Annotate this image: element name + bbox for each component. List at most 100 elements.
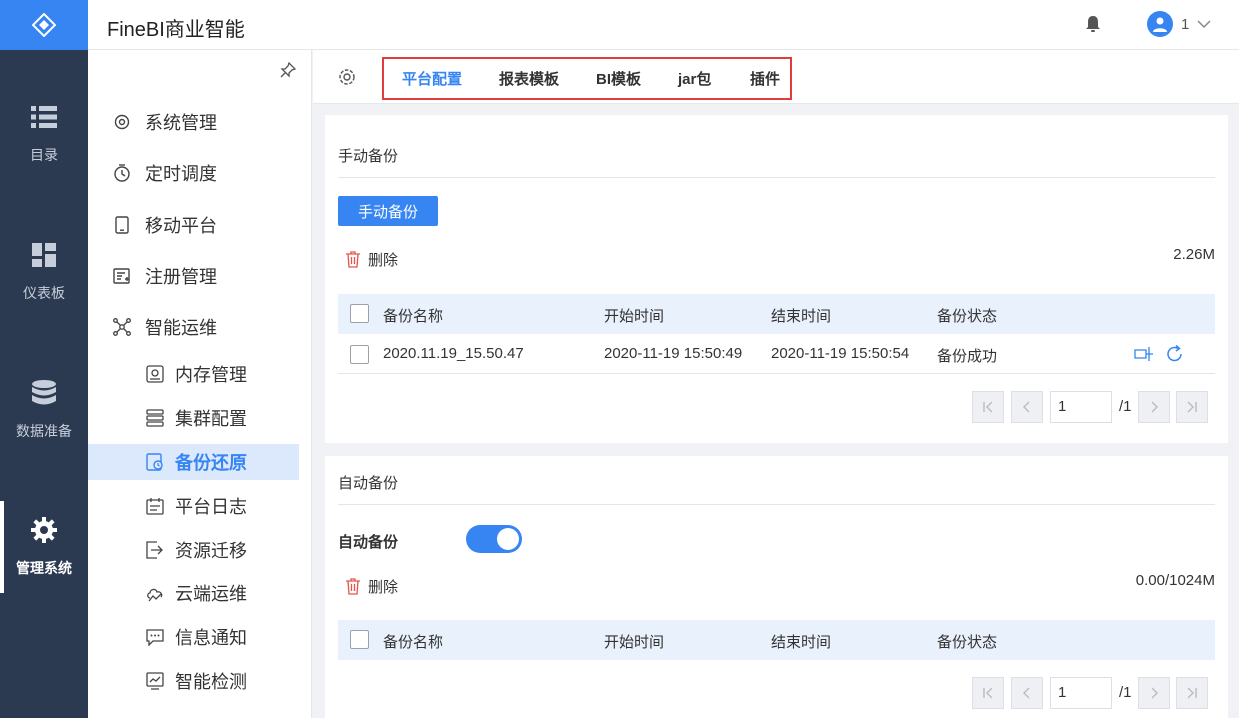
- section-title: 手动备份: [338, 148, 399, 165]
- nav-sub-cluster[interactable]: 集群配置: [88, 400, 299, 436]
- rail-item-catalog[interactable]: 目录: [0, 84, 88, 184]
- column-header: 结束时间: [771, 634, 832, 651]
- delete-button[interactable]: 删除: [345, 576, 398, 597]
- trash-icon: [346, 251, 360, 268]
- next-page-button[interactable]: [1138, 677, 1170, 709]
- pin-icon[interactable]: [280, 61, 298, 80]
- backup-status: 备份成功: [937, 348, 998, 365]
- delete-button[interactable]: 删除: [345, 249, 398, 270]
- nav-sub-label: 云端运维: [175, 584, 247, 604]
- tab-bi-template[interactable]: BI模板: [596, 68, 641, 89]
- start-time: 2020-11-19 15:50:49: [604, 345, 743, 362]
- page-total: /1: [1119, 398, 1132, 415]
- tab-jar[interactable]: jar包: [678, 68, 711, 89]
- sub-sidebar: 系统管理 定时调度 移动平台 注册管理 智能运维 内存管理 集群配置 备份还原 …: [88, 50, 319, 718]
- avatar[interactable]: [1147, 11, 1173, 37]
- select-all-checkbox[interactable]: [350, 630, 369, 649]
- tab-platform-config[interactable]: 平台配置: [402, 68, 462, 89]
- chevron-down-icon[interactable]: [1196, 16, 1212, 32]
- network-icon: [113, 318, 131, 336]
- nav-sub-backup[interactable]: 备份还原: [88, 444, 299, 480]
- next-page-button[interactable]: [1138, 391, 1170, 423]
- nav-item-label: 系统管理: [145, 113, 217, 133]
- register-icon: [113, 267, 131, 285]
- page-input[interactable]: 1: [1050, 391, 1112, 423]
- nav-sub-memory[interactable]: 内存管理: [88, 356, 299, 392]
- storage-size: 0.00/1024M: [1135, 572, 1215, 589]
- last-page-button[interactable]: [1176, 391, 1208, 423]
- user-name[interactable]: 1: [1181, 16, 1189, 33]
- left-rail: 目录 仪表板 数据准备 管理系统: [0, 0, 88, 718]
- end-time: 2020-11-19 15:50:54: [771, 345, 910, 362]
- first-page-button[interactable]: [972, 391, 1004, 423]
- table-header: 备份名称 开始时间 结束时间 备份状态: [338, 294, 1215, 334]
- column-header: 开始时间: [604, 308, 665, 325]
- column-header: 开始时间: [604, 634, 665, 651]
- last-page-button[interactable]: [1176, 677, 1208, 709]
- migrate-icon: [146, 541, 164, 559]
- nav-sub-label: 信息通知: [175, 628, 247, 648]
- tab-bar: 平台配置 报表模板 BI模板 jar包 插件: [313, 50, 1239, 104]
- pagination: 1 /1: [972, 391, 1208, 423]
- manual-backup-button[interactable]: 手动备份: [338, 196, 438, 226]
- prev-page-button[interactable]: [1011, 677, 1043, 709]
- settings-icon[interactable]: [337, 67, 357, 87]
- page-input[interactable]: 1: [1050, 677, 1112, 709]
- tab-report-template[interactable]: 报表模板: [499, 68, 559, 89]
- column-header: 备份名称: [383, 308, 444, 325]
- row-checkbox[interactable]: [350, 345, 369, 364]
- rail-item-label: 管理系统: [16, 560, 72, 576]
- nav-sub-label: 备份还原: [175, 453, 247, 473]
- bell-icon[interactable]: [1084, 14, 1102, 34]
- prev-page-button[interactable]: [1011, 391, 1043, 423]
- nav-item-label: 移动平台: [145, 216, 217, 236]
- nav-sub-notify[interactable]: 信息通知: [88, 619, 299, 655]
- tab-plugin[interactable]: 插件: [750, 68, 780, 89]
- gear-icon: [30, 516, 58, 544]
- app-title: FineBI商业智能: [107, 19, 245, 41]
- nav-sub-label: 集群配置: [175, 409, 247, 429]
- rail-item-dashboard[interactable]: 仪表板: [0, 222, 88, 322]
- nav-item-mobile[interactable]: 移动平台: [88, 206, 298, 244]
- nav-item-system[interactable]: 系统管理: [88, 103, 298, 141]
- nav-item-register[interactable]: 注册管理: [88, 257, 298, 295]
- nav-item-ops[interactable]: 智能运维: [88, 308, 298, 346]
- rail-item-admin[interactable]: 管理系统: [0, 497, 88, 597]
- select-all-checkbox[interactable]: [350, 304, 369, 323]
- column-header: 备份名称: [383, 634, 444, 651]
- list-icon: [30, 103, 58, 131]
- page-total: /1: [1119, 684, 1132, 701]
- top-bar: FineBI商业智能 1: [88, 0, 1239, 50]
- first-page-button[interactable]: [972, 677, 1004, 709]
- rail-item-data-prep[interactable]: 数据准备: [0, 360, 88, 460]
- tablet-icon: [113, 216, 131, 234]
- column-header: 备份状态: [937, 634, 998, 651]
- rail-item-label: 目录: [30, 147, 58, 163]
- divider: [338, 504, 1215, 505]
- restore-icon[interactable]: [1134, 344, 1154, 364]
- auto-backup-card: 自动备份 自动备份 删除 0.00/1024M 备份名称 开始时间 结束时间 备…: [325, 456, 1228, 718]
- pagination: 1 /1: [972, 677, 1208, 709]
- nav-item-label: 智能运维: [145, 318, 217, 338]
- nav-item-schedule[interactable]: 定时调度: [88, 154, 298, 192]
- toggle-knob: [497, 528, 519, 550]
- nav-sub-migrate[interactable]: 资源迁移: [88, 532, 299, 568]
- section-title: 自动备份: [338, 475, 399, 492]
- nav-sub-log[interactable]: 平台日志: [88, 488, 299, 524]
- nav-item-label: 定时调度: [145, 164, 217, 184]
- gear-outline-icon: [113, 113, 131, 131]
- logo-icon[interactable]: [0, 0, 88, 50]
- nav-sub-label: 平台日志: [175, 497, 247, 517]
- nav-sub-cloud[interactable]: 云端运维: [88, 575, 299, 611]
- manual-backup-card: 手动备份 手动备份 删除 2.26M 备份名称 开始时间 结束时间 备份状态 2…: [325, 115, 1228, 443]
- refresh-icon[interactable]: [1165, 344, 1185, 364]
- log-icon: [146, 497, 164, 515]
- delete-label: 删除: [368, 579, 399, 596]
- auto-backup-toggle[interactable]: [466, 525, 522, 553]
- cluster-icon: [146, 409, 164, 427]
- cloud-ops-icon: [146, 584, 164, 602]
- nav-sub-detect[interactable]: 智能检测: [88, 663, 299, 699]
- database-icon: [30, 379, 58, 407]
- nav-sub-label: 内存管理: [175, 365, 247, 385]
- divider: [338, 177, 1215, 178]
